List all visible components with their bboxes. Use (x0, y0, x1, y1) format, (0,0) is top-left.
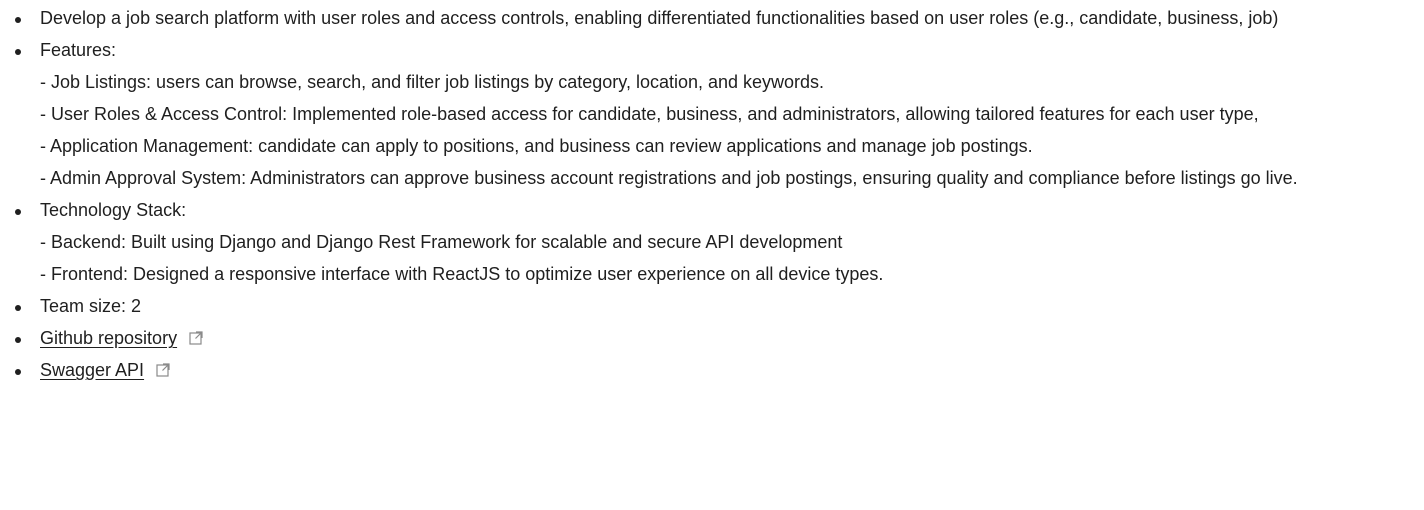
feature-application-management: - Application Management: candidate can … (40, 136, 1033, 156)
list-item-github: Github repository (8, 322, 1416, 354)
bullet-dot (15, 305, 21, 311)
project-details: Develop a job search platform with user … (0, 0, 1424, 386)
tech-frontend: - Frontend: Designed a responsive interf… (40, 264, 884, 284)
external-link-icon[interactable] (155, 362, 171, 378)
list-item-swagger: Swagger API (8, 354, 1416, 386)
tech-backend: - Backend: Built using Django and Django… (40, 232, 843, 252)
bullet-dot (15, 209, 21, 215)
feature-job-listings: - Job Listings: users can browse, search… (40, 72, 825, 92)
features-title: Features: (40, 40, 117, 60)
feature-user-roles: - User Roles & Access Control: Implement… (40, 104, 1259, 124)
feature-admin-approval: - Admin Approval System: Administrators … (40, 168, 1298, 188)
list-item-tech: Technology Stack: - Backend: Built using… (8, 194, 1416, 290)
bullet-list: Develop a job search platform with user … (8, 2, 1416, 386)
external-link-icon[interactable] (188, 330, 204, 346)
list-item-intro: Develop a job search platform with user … (8, 2, 1416, 34)
tech-title: Technology Stack: (40, 200, 187, 220)
bullet-dot (15, 17, 21, 23)
intro-text: Develop a job search platform with user … (40, 8, 1279, 28)
bullet-dot (15, 369, 21, 375)
team-size: Team size: 2 (40, 296, 142, 316)
list-item-team: Team size: 2 (8, 290, 1416, 322)
list-item-features: Features: - Job Listings: users can brow… (8, 34, 1416, 194)
bullet-dot (15, 49, 21, 55)
bullet-dot (15, 337, 21, 343)
swagger-api-link[interactable]: Swagger API (40, 360, 144, 380)
github-repository-link[interactable]: Github repository (40, 328, 177, 348)
